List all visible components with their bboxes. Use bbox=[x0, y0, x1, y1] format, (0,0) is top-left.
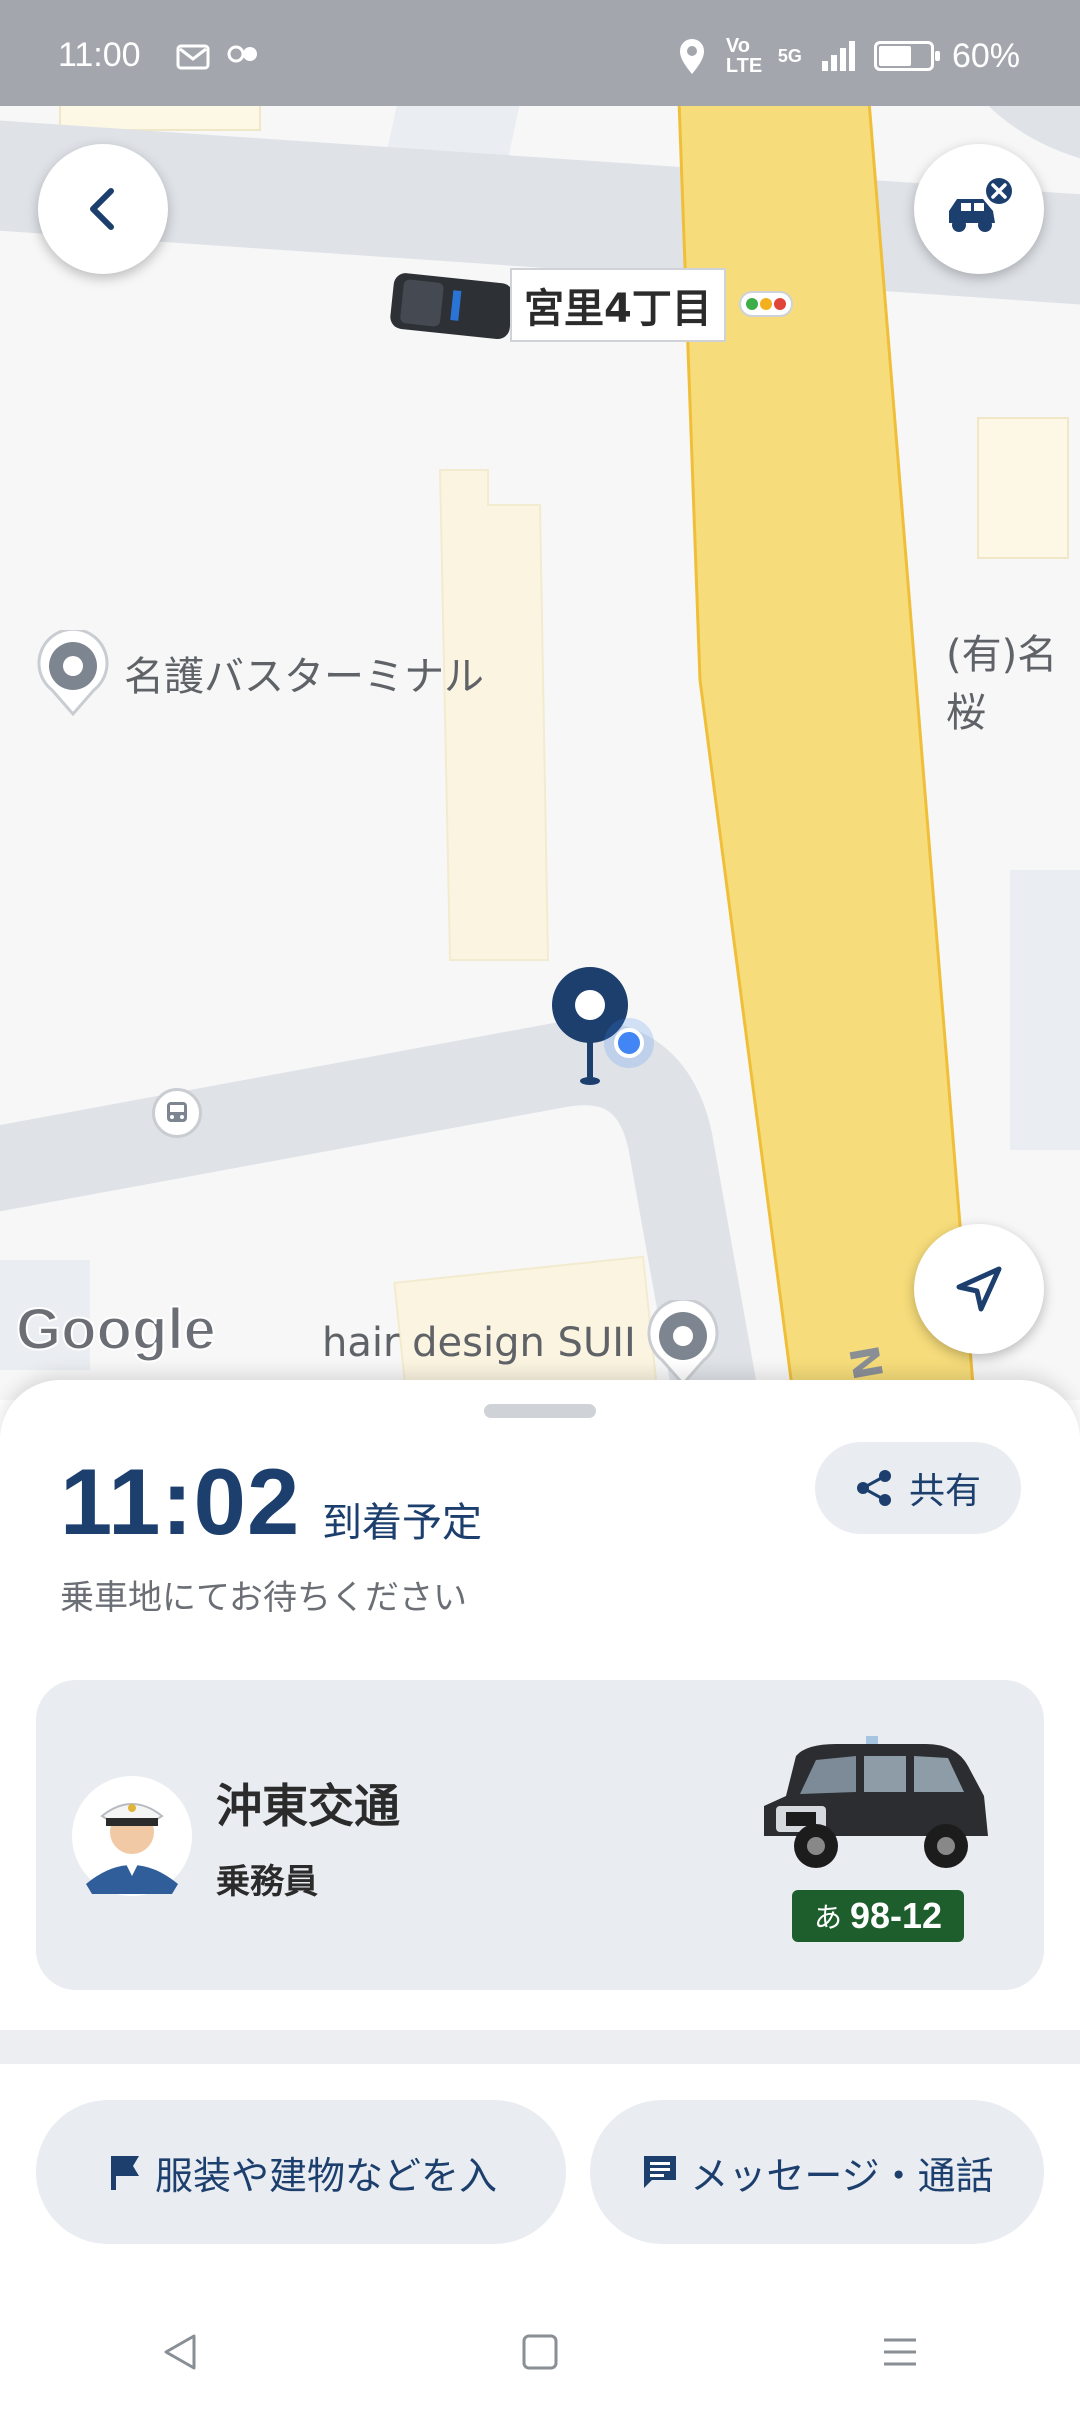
intersection-label: 宮里4丁目 bbox=[510, 268, 726, 342]
navigation-arrow-icon bbox=[956, 1266, 1002, 1312]
driver-card[interactable]: 沖東交通 乗務員 あ 98-12 bbox=[36, 1680, 1044, 1990]
eta-time: 11:02 bbox=[60, 1449, 301, 1554]
poi-label: hair design SUII bbox=[322, 1320, 636, 1366]
place-pin-icon bbox=[37, 630, 109, 716]
driver-role: 乗務員 bbox=[216, 1862, 318, 1902]
notification-icon bbox=[176, 44, 210, 70]
message-icon bbox=[644, 2156, 677, 2188]
share-icon bbox=[856, 1470, 891, 1506]
taxi-car-icon bbox=[764, 1736, 988, 1868]
link-icon bbox=[227, 45, 257, 63]
poi-hair-design[interactable]: hair design SUII bbox=[322, 1300, 720, 1386]
recenter-button[interactable] bbox=[914, 1224, 1044, 1354]
back-button[interactable] bbox=[38, 144, 168, 274]
trip-bottom-sheet: 11:02 到着予定 共有 乗車地にてお待ちください 沖東交通 乗務員 あ 98… bbox=[0, 1380, 1080, 2412]
poi-right-label[interactable]: (有)名桜 bbox=[946, 622, 1080, 738]
landmark-input-label: 服装や建物などを入 bbox=[154, 2153, 497, 2198]
status-bar: 11:00 Vo LTE 5G 60% bbox=[0, 0, 1080, 106]
driver-company: 沖東交通 bbox=[216, 1779, 400, 1833]
signal-icon bbox=[821, 41, 855, 71]
status-time: 11:00 bbox=[58, 36, 141, 74]
nav-back-icon[interactable] bbox=[160, 2332, 200, 2372]
cancel-ride-button[interactable] bbox=[914, 144, 1044, 274]
license-plate: あ 98-12 bbox=[792, 1890, 964, 1942]
chevron-left-icon bbox=[90, 188, 114, 230]
location-icon bbox=[679, 39, 704, 74]
place-pin-icon bbox=[647, 1300, 719, 1386]
bus-stop-icon[interactable] bbox=[152, 1088, 202, 1138]
system-navigation-bar bbox=[0, 2292, 1080, 2412]
nav-home-icon[interactable] bbox=[520, 2332, 560, 2372]
battery-percent: 60% bbox=[951, 36, 1020, 75]
poi-bus-terminal[interactable]: 名護バスターミナル bbox=[36, 630, 484, 716]
landmark-input-button[interactable]: 服装や建物などを入 bbox=[36, 2100, 566, 2244]
volte-indicator: Vo LTE bbox=[725, 35, 763, 77]
google-logo: Google bbox=[15, 1296, 217, 1363]
network-type: 5G bbox=[777, 45, 802, 66]
battery-icon bbox=[873, 41, 940, 71]
share-button[interactable]: 共有 bbox=[815, 1442, 1021, 1534]
driver-avatar bbox=[72, 1776, 192, 1896]
status-right-group: Vo LTE 5G 60% bbox=[676, 36, 1020, 76]
wait-instruction: 乗車地にてお待ちください bbox=[60, 1578, 467, 1618]
plate-number: 98-12 bbox=[849, 1895, 943, 1936]
message-call-button[interactable]: メッセージ・通話 bbox=[590, 2100, 1044, 2244]
plate-kana: あ bbox=[813, 1901, 842, 1934]
map-view[interactable]: 宮里4丁目 名護バスターミナル (有)名桜 hair design SUII N… bbox=[0, 0, 1080, 1400]
share-label: 共有 bbox=[908, 1471, 981, 1512]
message-call-label: メッセージ・通話 bbox=[690, 2153, 994, 2198]
flag-icon bbox=[110, 2156, 139, 2190]
sheet-drag-handle[interactable] bbox=[484, 1404, 596, 1418]
section-divider bbox=[0, 2030, 1080, 2064]
user-location-icon bbox=[604, 1018, 654, 1068]
nav-menu-icon[interactable] bbox=[880, 2332, 920, 2372]
car-cancel-icon bbox=[949, 178, 1012, 232]
poi-label: 名護バスターミナル bbox=[124, 654, 484, 700]
eta-label: 到着予定 bbox=[322, 1500, 482, 1546]
